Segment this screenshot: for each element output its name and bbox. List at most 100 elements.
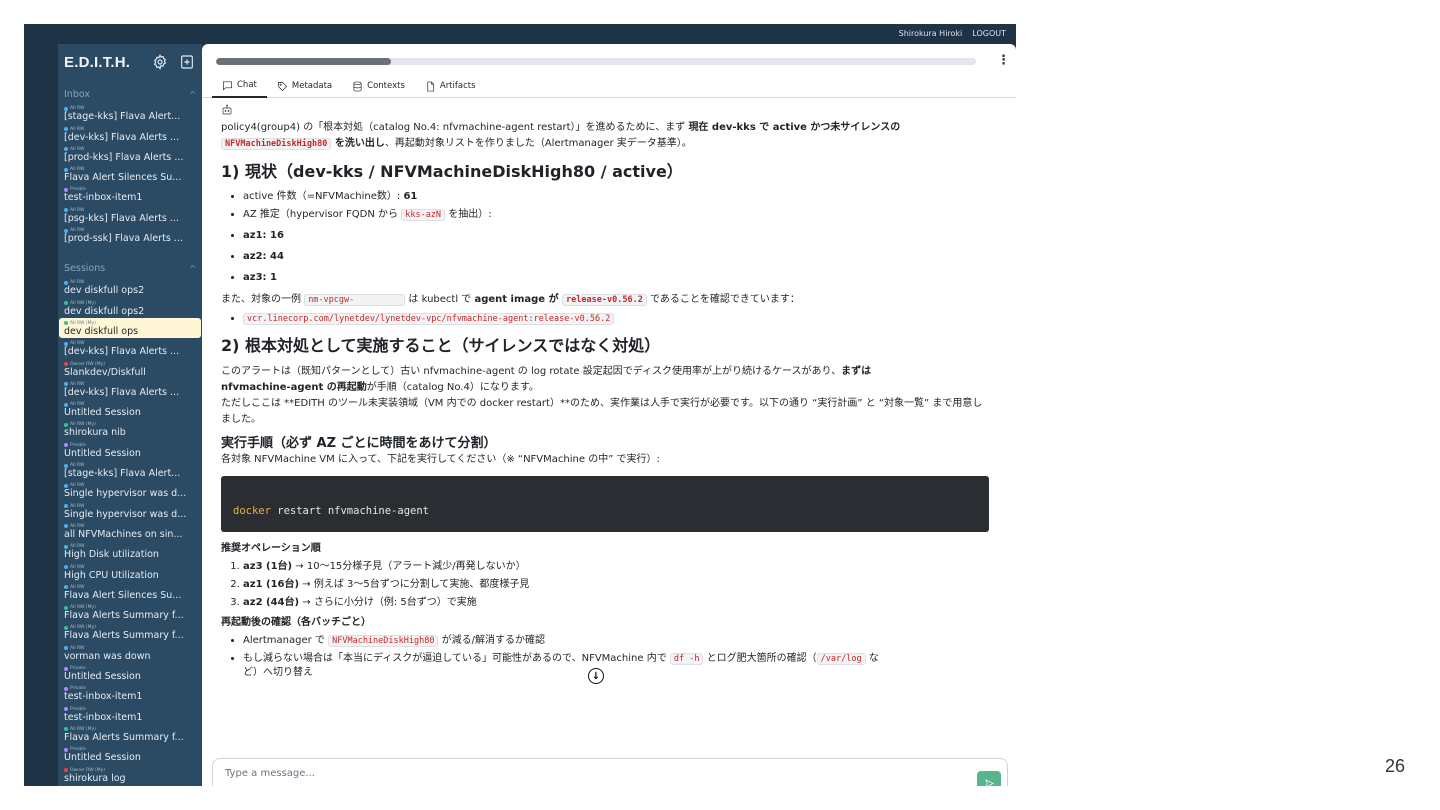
item-label: Flava Alert Silences Su... (64, 589, 182, 601)
list-item: az1: 16 (243, 229, 989, 243)
bold-text: を洗い出し (331, 138, 385, 149)
list-item[interactable]: All RW [stage-kks] Flava Alert... (64, 460, 196, 480)
bold-text: az2 (44台) (243, 597, 300, 608)
inline-code: NFVMachineDiskHigh80 (221, 138, 332, 150)
inline-code: nm-vpcgw- (304, 294, 406, 306)
status-dot-icon (64, 402, 68, 407)
inline-code: df -h (669, 653, 704, 665)
tab-chat[interactable]: Chat (212, 74, 267, 98)
list-item[interactable]: All RW [prod-ssk] Flava Alerts ... (64, 225, 196, 245)
item-label: [dev-kks] Flava Alerts ... (64, 131, 180, 143)
item-label: [psg-kks] Flava Alerts ... (64, 212, 179, 224)
bold-text: agent image が (474, 294, 563, 305)
scroll-down-icon[interactable]: ↓ (588, 668, 604, 684)
item-label: Single hypervisor was d... (64, 508, 187, 520)
item-label: Untitled Session (64, 752, 141, 764)
chevron-up-icon[interactable]: ^ (189, 264, 196, 273)
send-button[interactable] (977, 771, 1001, 786)
list-item[interactable]: All RW [prod-kks] Flava Alerts ... (64, 144, 196, 164)
list-item[interactable]: Private Untitled Session (64, 439, 196, 459)
logout-button[interactable]: LOGOUT (972, 29, 1006, 38)
tab-label: Chat (237, 80, 257, 90)
list-item[interactable]: All RW Flava Alert Silences Su... (64, 582, 196, 602)
item-label: test-inbox-item1 (64, 691, 143, 703)
list-item[interactable]: Private Untitled Session (64, 663, 196, 683)
export-icon[interactable] (178, 53, 196, 71)
code-block[interactable]: docker restart nfvmachine-agent (221, 476, 989, 532)
tab-contexts[interactable]: Contexts (342, 74, 415, 98)
progress-bar (216, 58, 976, 65)
status-dot-icon (64, 524, 68, 529)
status-dot-icon (64, 127, 68, 132)
status-dot-icon (64, 208, 68, 213)
list-item[interactable]: Owner RW (My) shirokura log (64, 764, 196, 784)
list-item[interactable]: All RW [psg-kks] Flava Alerts ... (64, 204, 196, 224)
list-item[interactable]: All RW [dev-kks] Flava Alerts ... (64, 123, 196, 143)
list-item[interactable]: Private test-inbox-item1 (64, 703, 196, 723)
item-label: High CPU Utilization (64, 569, 159, 581)
list-item[interactable]: Private test-inbox-item1 (64, 184, 196, 204)
inline-code: NFVMachineDiskHigh80 (328, 635, 439, 647)
list-item[interactable]: All RW all NFVMachines on sin... (64, 521, 196, 541)
status-dot-icon (64, 686, 68, 691)
bot-icon (221, 104, 233, 116)
list-item[interactable]: All RW [dev-kks] Flava Alerts ... (64, 338, 196, 358)
list-item[interactable]: All RW [stage-kks] Flava Alert... (64, 103, 196, 123)
status-dot-icon (64, 646, 68, 651)
bold-text: az2: 44 (243, 251, 284, 262)
heading-action: 2) 根本対処として実施すること（サイレンスではなく対処） (221, 336, 661, 355)
list-item[interactable]: Owner RW (My) Slankdev/Diskfull (64, 358, 196, 378)
text: もし減らない場合は「本当にディスクが逼迫している」可能性があるので、NFVMac… (243, 653, 670, 664)
sessions-title: Sessions (64, 262, 106, 274)
item-label: High Disk utilization (64, 549, 159, 561)
list-item[interactable]: Private Untitled Session (64, 744, 196, 764)
item-label: Flava Alerts Summary f... (64, 731, 184, 743)
status-dot-icon (64, 707, 68, 712)
text: 、再起動対象リストを作りました（Alertmanager 実データ基準）。 (384, 138, 692, 149)
text: な (865, 653, 879, 664)
item-label: [prod-ssk] Flava Alerts ... (64, 233, 183, 245)
list-item[interactable]: All RW vorman was down (64, 642, 196, 662)
list-item[interactable]: All RW (My) Flava Alerts Summary f... (64, 602, 196, 622)
list-item[interactable]: All RW (My) dev diskfull ops (59, 317, 201, 338)
more-menu-icon[interactable]: ⋮ (997, 53, 1010, 68)
list-item[interactable]: All RW Flava Alert Silences Su... (64, 164, 196, 184)
list-item[interactable]: Private test-inbox-item1 (64, 683, 196, 703)
list-item: vcr.linecorp.com/lynetdev/lynetdev-vpc/n… (243, 312, 989, 326)
inbox-list: All RW [stage-kks] Flava Alert... All RW [d… (58, 103, 202, 245)
tab-artifacts[interactable]: Artifacts (415, 74, 486, 98)
message-input[interactable] (223, 764, 923, 782)
inbox-section-header[interactable]: Inbox ^ (58, 85, 202, 103)
list-item: az2 (44台) → さらに小分け（例: 5台ずつ）で実施 (243, 596, 989, 610)
list-item[interactable]: All RW (My) shirokura nib (64, 419, 196, 439)
user-name: Shirokura Hiroki (898, 29, 963, 38)
az-list: az1: 16 az2: 44 az3: 1 (221, 229, 989, 285)
tab-metadata[interactable]: Metadata (267, 74, 342, 98)
list-item[interactable]: All RW dev diskfull ops2 (64, 277, 196, 297)
status-dot-icon (64, 747, 68, 752)
list-item[interactable]: All RW High Disk utilization (64, 541, 196, 561)
status-dot-icon (64, 341, 68, 346)
list-item[interactable]: All RW (My) dev diskfull ops2 (64, 297, 196, 317)
item-label: [prod-kks] Flava Alerts ... (64, 151, 184, 163)
sessions-section-header[interactable]: Sessions ^ (58, 259, 202, 277)
list-item[interactable]: All RW Untitled Session (64, 399, 196, 419)
item-label: Flava Alerts Summary f... (64, 610, 184, 622)
item-label: Untitled Session (64, 407, 141, 419)
status-dot-icon (64, 362, 68, 367)
list-item[interactable]: All RW Single hypervisor was d... (64, 500, 196, 520)
gear-icon[interactable] (151, 53, 169, 71)
item-label: [dev-kks] Flava Alerts ... (64, 386, 180, 398)
explanation-paragraph: このアラートは（既知パターンとして）古い nfvmachine-agent の … (221, 364, 989, 396)
list-item[interactable]: All RW [dev-kks] Flava Alerts ... (64, 379, 196, 399)
chevron-up-icon[interactable]: ^ (189, 90, 196, 99)
list-item: az3 (1台) → 10〜15分様子見（アラート減少/再発しないか） (243, 560, 989, 574)
list-item[interactable]: All RW High CPU Utilization (64, 561, 196, 581)
list-item[interactable]: All RW (My) Flava Alerts Summary f... (64, 724, 196, 744)
status-dot-icon (64, 625, 68, 630)
list-item[interactable]: All RW Single hypervisor was d... (64, 480, 196, 500)
status-dot-icon (64, 727, 68, 732)
list-item[interactable]: All RW (My) Flava Alerts Summary f... (64, 622, 196, 642)
item-label: test-inbox-item1 (64, 711, 143, 723)
status-dot-icon (64, 565, 68, 570)
